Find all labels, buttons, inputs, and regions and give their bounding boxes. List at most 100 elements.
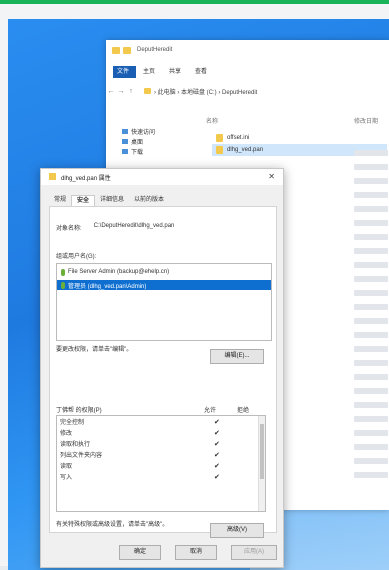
explorer-title: DeputHeredit <box>137 47 173 53</box>
ribbon-tab-share[interactable]: 共享 <box>162 66 188 78</box>
file-icon <box>49 173 56 180</box>
date-cell <box>354 374 388 380</box>
date-cell <box>354 318 388 324</box>
date-cell <box>354 248 388 254</box>
desktop-icon <box>122 138 128 144</box>
nav-item-quick-access[interactable]: 快速访问 <box>116 126 196 136</box>
nav-item-label: 快速访问 <box>131 129 156 136</box>
apply-button[interactable]: 应用(A) <box>231 545 277 560</box>
file-icon <box>216 146 223 154</box>
file-name: dlhg_ved.pan <box>227 147 264 153</box>
deny-header: 拒绝 <box>237 408 250 414</box>
ribbon-tab-file[interactable]: 文件 <box>113 66 137 78</box>
permission-name: 读取和执行 <box>60 442 91 448</box>
ribbon-tab-home[interactable]: 主页 <box>136 66 162 78</box>
ribbon-tab-view[interactable]: 查看 <box>188 66 214 78</box>
dialog-title: dlhg_ved.pan 属性 <box>61 176 111 182</box>
edit-button[interactable]: 编辑(E)... <box>210 349 264 364</box>
user-name: File Server Admin (backup@ehelp.cn) <box>68 269 170 275</box>
tab-previous-versions[interactable]: 以前的版本 <box>129 195 169 206</box>
file-name: offset.ini <box>227 135 250 141</box>
permission-row: 列出文件夹内容 ✔ <box>57 449 265 460</box>
permissions-header-label: 丁佛帮 的权限(P) <box>56 408 102 414</box>
file-row[interactable]: offset.ini <box>212 132 387 144</box>
date-cell <box>354 472 388 478</box>
date-cell <box>354 262 388 268</box>
date-column <box>354 150 388 486</box>
column-name-header[interactable]: 名称 <box>206 116 218 125</box>
date-cell <box>354 346 388 352</box>
date-cell <box>354 220 388 226</box>
address-bar[interactable]: › 此电脑 › 本地磁盘 (C:) › DeputHeredit <box>144 86 257 96</box>
download-icon <box>122 148 128 154</box>
advanced-button[interactable]: 高级(V) <box>210 523 264 538</box>
date-cell <box>354 150 388 156</box>
quick-access-icon[interactable] <box>123 46 131 54</box>
address-row: ← → ↑ › 此电脑 › 本地磁盘 (C:) › DeputHeredit <box>106 84 389 98</box>
date-cell <box>354 430 388 436</box>
close-icon[interactable]: ✕ <box>268 172 275 181</box>
allow-header: 允许 <box>204 408 217 414</box>
file-icon <box>216 134 223 142</box>
allow-check-icon: ✔ <box>213 418 220 426</box>
date-cell <box>354 164 388 170</box>
date-cell <box>354 332 388 338</box>
cancel-button[interactable]: 取消 <box>175 545 217 560</box>
date-cell <box>354 206 388 212</box>
ribbon-tabs: 文件 主页 共享 查看 <box>106 66 389 78</box>
permission-row: 写入 ✔ <box>57 471 265 482</box>
date-cell <box>354 416 388 422</box>
forward-arrow-icon[interactable]: → <box>116 88 126 95</box>
date-cell <box>354 360 388 366</box>
explorer-titlebar: DeputHeredit <box>112 45 172 55</box>
nav-item-label: 桌面 <box>131 139 144 146</box>
user-icon <box>61 268 65 276</box>
scrollbar-thumb[interactable] <box>260 424 264 479</box>
edit-hint: 要更改权限，请单击"编辑"。 <box>56 347 133 353</box>
folder-icon <box>144 88 151 94</box>
user-icon <box>61 281 65 289</box>
date-cell <box>354 458 388 464</box>
object-name-value: C:\DeputHeredit\dlhg_ved.pan <box>93 223 175 229</box>
date-cell <box>354 388 388 394</box>
up-arrow-icon[interactable]: ↑ <box>126 88 136 95</box>
permission-row: 读取和执行 ✔ <box>57 438 265 449</box>
groups-label: 组或用户名(G): <box>56 254 97 260</box>
date-cell <box>354 178 388 184</box>
permissions-scrollbar[interactable] <box>258 416 265 511</box>
ok-button[interactable]: 确定 <box>119 545 161 560</box>
address-path: › 此电脑 › 本地磁盘 (C:) › DeputHeredit <box>154 89 258 96</box>
security-panel: 对象名称: C:\DeputHeredit\dlhg_ved.pan 组或用户名… <box>49 206 277 538</box>
user-list-item-selected[interactable]: 管理员 (dlhg_ved.pan\Admin) <box>57 280 271 290</box>
users-listbox[interactable]: File Server Admin (backup@ehelp.cn) 管理员 … <box>56 263 272 341</box>
special-permissions-hint: 有关特殊权限或高级设置，请单击"高级"。 <box>56 522 169 528</box>
object-name-row: 对象名称: C:\DeputHeredit\dlhg_ved.pan <box>56 223 174 232</box>
date-cell <box>354 304 388 310</box>
permission-row: 完全控制 ✔ <box>57 416 265 427</box>
tab-details[interactable]: 详细信息 <box>95 195 129 206</box>
column-date-header[interactable]: 修改日期 <box>354 116 378 125</box>
allow-check-icon: ✔ <box>213 440 220 448</box>
nav-item-label: 下载 <box>131 149 144 156</box>
object-name-label: 对象名称: <box>56 226 82 232</box>
permission-name: 写入 <box>60 475 73 481</box>
date-cell <box>354 444 388 450</box>
permission-row: 读取 ✔ <box>57 460 265 471</box>
permission-name: 完全控制 <box>60 420 85 426</box>
user-list-item[interactable]: File Server Admin (backup@ehelp.cn) <box>57 267 271 277</box>
back-arrow-icon[interactable]: ← <box>106 88 116 95</box>
properties-dialog: dlhg_ved.pan 属性 ✕ 常规 安全 详细信息 以前的版本 对象名称:… <box>40 168 284 568</box>
date-cell <box>354 276 388 282</box>
permission-row: 修改 ✔ <box>57 427 265 438</box>
permissions-table: 完全控制 ✔ 修改 ✔ 读取和执行 ✔ 列出文件夹内容 ✔ 读取 ✔ 写入 ✔ <box>56 415 266 512</box>
allow-check-icon: ✔ <box>213 451 220 459</box>
date-cell <box>354 290 388 296</box>
star-icon <box>122 128 128 134</box>
date-cell <box>354 234 388 240</box>
tab-general[interactable]: 常规 <box>49 195 71 206</box>
nav-item-desktop[interactable]: 桌面 <box>116 136 196 146</box>
dialog-footer: 确定 取消 应用(A) <box>41 539 283 565</box>
folder-icon <box>112 46 120 54</box>
nav-item-downloads[interactable]: 下载 <box>116 146 196 156</box>
allow-check-icon: ✔ <box>213 429 220 437</box>
